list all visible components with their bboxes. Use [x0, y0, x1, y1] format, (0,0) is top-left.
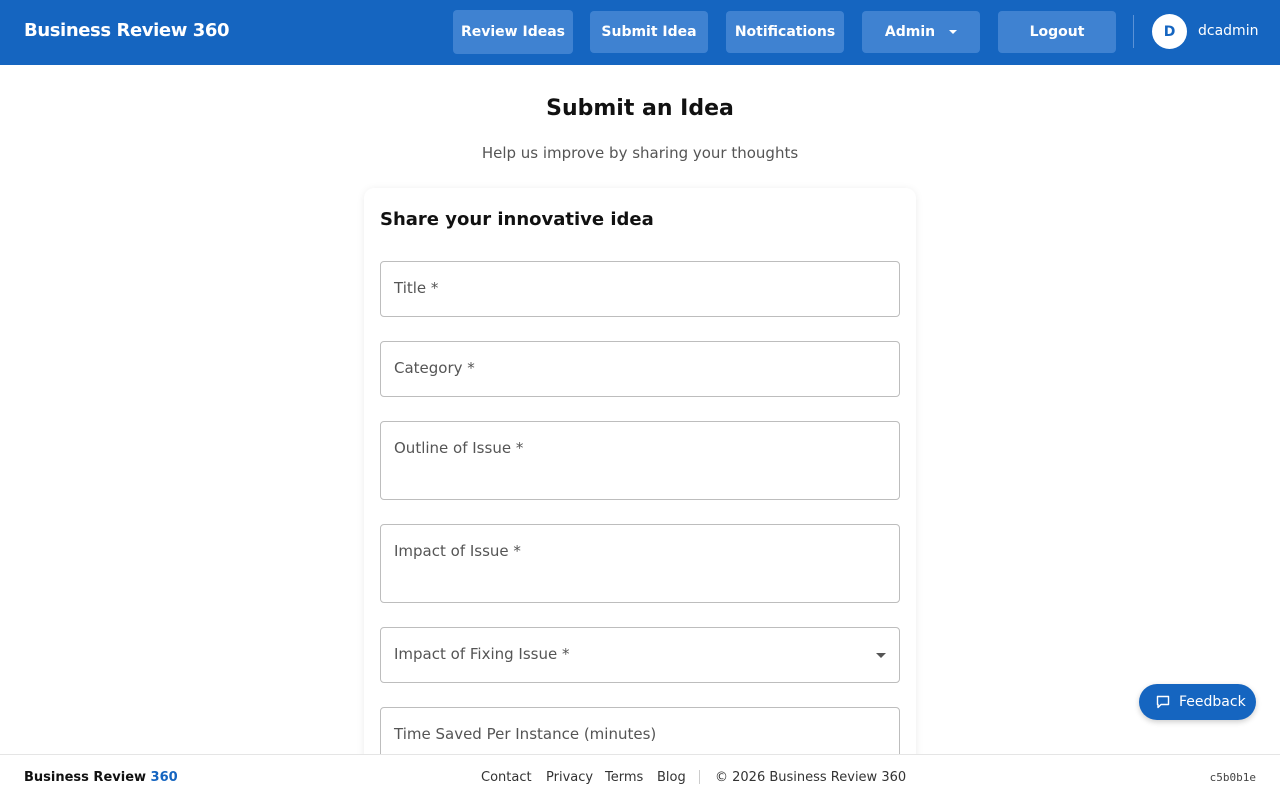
- feedback-button[interactable]: Feedback: [1139, 684, 1256, 720]
- logout-button[interactable]: Logout: [998, 11, 1116, 53]
- feedback-label: Feedback: [1179, 694, 1246, 710]
- footer: Business Review 360 Contact Privacy Term…: [0, 754, 1280, 800]
- caret-down-icon: [949, 30, 958, 34]
- top-navbar: Business Review 360 Review Ideas Submit …: [0, 0, 1280, 65]
- page-subtitle: Help us improve by sharing your thoughts: [481, 144, 799, 162]
- user-avatar[interactable]: D: [1152, 14, 1187, 49]
- footer-brand-text: Business Review: [24, 770, 151, 785]
- footer-link-blog[interactable]: Blog: [657, 770, 686, 785]
- impact-placeholder: Impact of Issue *: [394, 542, 521, 560]
- footer-divider: [699, 770, 700, 784]
- page-title: Submit an Idea: [546, 96, 734, 121]
- username[interactable]: dcadmin: [1198, 23, 1258, 39]
- footer-brand[interactable]: Business Review 360: [24, 770, 178, 785]
- dropdown-arrow-icon: [876, 653, 886, 658]
- footer-link-terms[interactable]: Terms: [605, 770, 643, 785]
- footer-link-contact[interactable]: Contact: [481, 770, 532, 785]
- brand-logo[interactable]: Business Review 360: [24, 20, 230, 41]
- category-placeholder: Category *: [394, 359, 475, 377]
- review-ideas-button[interactable]: Review Ideas: [453, 10, 573, 54]
- footer-link-privacy[interactable]: Privacy: [546, 770, 593, 785]
- idea-form-card: Share your innovative idea Title * Categ…: [364, 188, 916, 800]
- chat-bubble-icon: [1156, 695, 1170, 709]
- title-placeholder: Title *: [394, 279, 439, 297]
- admin-label: Admin: [884, 24, 936, 40]
- footer-brand-accent: 360: [150, 770, 178, 785]
- nav-divider: [1133, 15, 1134, 48]
- build-hash: c5b0b1e: [1209, 771, 1256, 784]
- footer-copyright: © 2026 Business Review 360: [715, 770, 907, 785]
- notifications-button[interactable]: Notifications: [726, 11, 844, 53]
- submit-idea-button[interactable]: Submit Idea: [590, 11, 708, 53]
- outline-of-issue-textarea[interactable]: Outline of Issue *: [380, 421, 900, 500]
- impact-of-fixing-select[interactable]: Impact of Fixing Issue *: [380, 627, 900, 683]
- category-input[interactable]: Category *: [380, 341, 900, 397]
- time-saved-placeholder: Time Saved Per Instance (minutes): [394, 725, 657, 743]
- impact-of-issue-textarea[interactable]: Impact of Issue *: [380, 524, 900, 603]
- outline-placeholder: Outline of Issue *: [394, 439, 524, 457]
- form-title: Share your innovative idea: [380, 209, 654, 230]
- impact-fixing-placeholder: Impact of Fixing Issue *: [394, 645, 570, 663]
- title-input[interactable]: Title *: [380, 261, 900, 317]
- admin-dropdown-button[interactable]: Admin: [862, 11, 980, 53]
